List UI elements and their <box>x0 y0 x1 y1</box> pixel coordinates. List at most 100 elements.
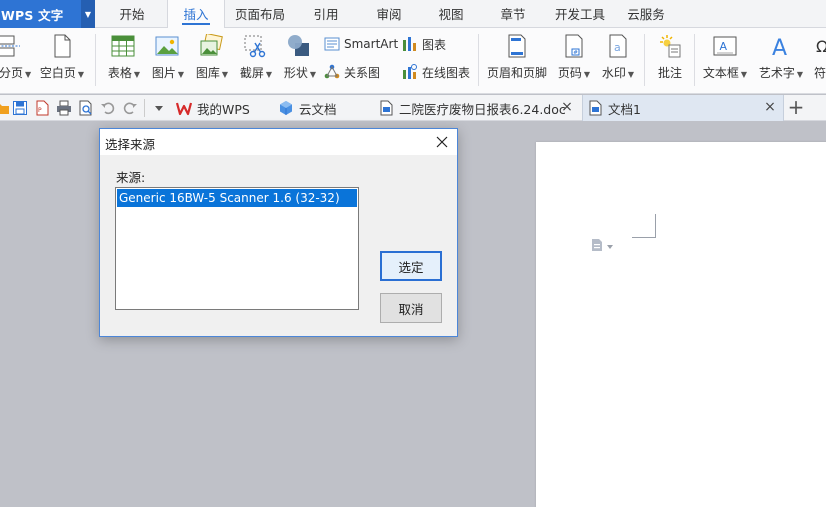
print-icon[interactable] <box>56 100 72 116</box>
page-number-button[interactable]: # 页码 ▼ <box>554 28 594 94</box>
gallery-button[interactable]: 图库 ▼ <box>192 28 232 94</box>
dialog-title: 选择来源 <box>105 137 156 152</box>
wordart-label: 艺术字 <box>758 66 795 80</box>
quick-access-and-doc-tabs: P 我的WPS 云文档 二院医疗废物日报表6.24.doc × 文档1 × + <box>0 95 826 121</box>
undo-icon[interactable] <box>100 100 116 116</box>
tab-insert[interactable]: 插入 <box>167 0 225 29</box>
svg-text:#: # <box>573 50 578 56</box>
source-listbox[interactable]: Generic 16BW-5 Scanner 1.6 (32-32) <box>115 187 359 310</box>
svg-text:a: a <box>614 41 621 54</box>
customize-toolbar-dropdown-icon[interactable] <box>151 100 167 116</box>
select-button[interactable]: 选定 <box>380 251 442 281</box>
relation-chart-button[interactable]: 关系图 <box>324 62 380 82</box>
symbol-button[interactable]: Ω 符 <box>812 28 826 94</box>
dialog-close-button[interactable] <box>427 129 457 155</box>
textbox-button[interactable]: A 文本框 ▼ <box>698 28 752 94</box>
relation-chart-label: 关系图 <box>344 65 381 80</box>
textbox-label: 文本框 <box>702 66 739 80</box>
doc-tab-cloud-docs[interactable]: 云文档 <box>276 95 376 121</box>
smartart-icon <box>324 37 340 51</box>
tab-start[interactable]: 开始 <box>108 0 156 28</box>
toolbar-separator <box>144 99 145 117</box>
tab-references[interactable]: 引用 <box>302 0 350 28</box>
table-button[interactable]: 表格 ▼ <box>103 28 145 94</box>
open-folder-icon[interactable] <box>0 100 10 116</box>
tab-developer[interactable]: 开发工具 <box>550 0 610 28</box>
doc-tab-label: 我的WPS <box>197 101 250 117</box>
picture-button[interactable]: 图片 ▼ <box>148 28 188 94</box>
chart-label: 图表 <box>422 37 447 52</box>
page-break-button[interactable]: 分页 ▼ <box>0 28 31 94</box>
chevron-down-icon: ▼ <box>265 70 273 79</box>
comment-button[interactable]: 批注 <box>650 28 690 94</box>
ribbon-insert: 分页 ▼ 空白页 ▼ 表格 ▼ 图片 ▼ 图库 ▼ 截屏 ▼ 形状 ▼ Smar… <box>0 28 826 94</box>
online-chart-icon <box>403 64 417 79</box>
margin-corner-mark <box>632 214 656 238</box>
app-name: WPS 文字 <box>1 7 64 23</box>
page-number-icon: # <box>565 34 583 58</box>
watermark-label: 水印 <box>601 66 626 80</box>
page-break-icon <box>0 35 20 57</box>
source-label: 来源: <box>116 170 146 185</box>
chevron-down-icon: ▼ <box>77 70 85 79</box>
svg-text:P: P <box>38 107 42 114</box>
dialog-titlebar[interactable]: 选择来源 <box>100 129 457 155</box>
save-icon[interactable] <box>12 100 28 116</box>
header-footer-icon <box>508 34 526 58</box>
page-number-label: 页码 <box>557 66 582 80</box>
relation-chart-icon <box>324 64 340 79</box>
chart-button[interactable]: 图表 <box>402 34 446 54</box>
paste-options-float[interactable] <box>590 238 614 252</box>
doc-tab-my-wps[interactable]: 我的WPS <box>172 95 274 121</box>
close-icon[interactable]: × <box>763 100 777 114</box>
chevron-down-icon <box>607 245 613 249</box>
document-page[interactable] <box>536 142 826 507</box>
new-tab-plus-icon[interactable]: + <box>786 96 806 120</box>
tab-review[interactable]: 审阅 <box>365 0 413 28</box>
tab-cloud-service[interactable]: 云服务 <box>622 0 670 28</box>
blank-page-label: 空白页 <box>39 66 76 80</box>
textbox-icon: A <box>713 36 737 56</box>
chevron-down-icon: ▼ <box>627 70 635 79</box>
symbol-label: 符 <box>814 66 826 80</box>
tab-view[interactable]: 视图 <box>427 0 475 28</box>
comment-label: 批注 <box>657 66 682 80</box>
blank-page-button[interactable]: 空白页 ▼ <box>34 28 90 94</box>
page-break-label: 分页 <box>0 66 24 80</box>
doc-tab-label: 文档1 <box>608 101 641 117</box>
picture-label: 图片 <box>151 66 176 80</box>
screenshot-button[interactable]: 截屏 ▼ <box>236 28 276 94</box>
shapes-icon <box>288 35 309 56</box>
doc-tab-document1[interactable]: 文档1 × <box>582 95 784 121</box>
close-icon[interactable]: × <box>560 100 574 114</box>
chevron-down-icon: ▼ <box>177 70 185 79</box>
header-footer-button[interactable]: 页眉和页脚 <box>484 28 550 94</box>
shape-label: 形状 <box>283 66 308 80</box>
app-menu-dropdown-icon[interactable]: ▼ <box>81 0 95 28</box>
smartart-button[interactable]: SmartArt <box>324 34 398 54</box>
chevron-down-icon: ▼ <box>796 70 804 79</box>
chevron-down-icon: ▼ <box>133 70 141 79</box>
redo-icon[interactable] <box>122 100 138 116</box>
watermark-button[interactable]: a 水印 ▼ <box>598 28 638 94</box>
picture-icon <box>155 36 179 56</box>
export-pdf-icon[interactable]: P <box>34 100 50 116</box>
screenshot-label: 截屏 <box>239 66 264 80</box>
bar-chart-icon <box>403 37 416 51</box>
cancel-button[interactable]: 取消 <box>380 293 442 323</box>
wordart-icon: A <box>772 36 787 58</box>
online-chart-button[interactable]: 在线图表 <box>402 62 470 82</box>
smartart-label: SmartArt <box>344 37 399 51</box>
chevron-down-icon: ▼ <box>309 70 317 79</box>
wordart-button[interactable]: A 艺术字 ▼ <box>754 28 808 94</box>
print-preview-icon[interactable] <box>78 100 94 116</box>
tab-chapter[interactable]: 章节 <box>489 0 537 28</box>
doc-tab-medical-waste-report[interactable]: 二院医疗废物日报表6.24.doc × <box>378 95 580 121</box>
app-menu-button[interactable]: WPS 文字 ▼ <box>0 0 95 28</box>
table-icon <box>111 35 135 57</box>
tab-page-layout[interactable]: 页面布局 <box>229 0 291 28</box>
ribbon-separator <box>644 34 645 86</box>
shape-button[interactable]: 形状 ▼ <box>280 28 320 94</box>
comment-icon <box>660 35 681 58</box>
source-list-item-selected[interactable]: Generic 16BW-5 Scanner 1.6 (32-32) <box>117 189 357 207</box>
